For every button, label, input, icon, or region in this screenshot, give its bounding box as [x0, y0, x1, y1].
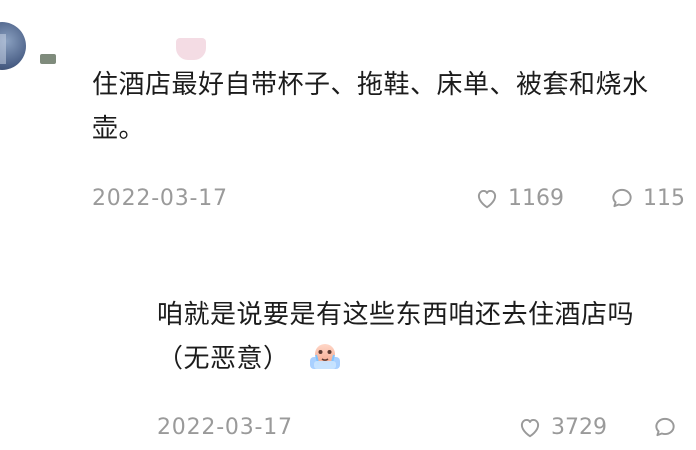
- comment-2-like-button[interactable]: 3729: [517, 414, 607, 440]
- comment-1-meta: 2022-03-17 1169 115: [92, 183, 696, 213]
- comment-2-reply-button[interactable]: [652, 414, 686, 440]
- comment-1-reply-button[interactable]: 115: [609, 185, 685, 211]
- comment-2-like-count: 3729: [551, 414, 607, 440]
- avatar-badge: [40, 54, 56, 64]
- comment-1-like-count: 1169: [508, 185, 564, 211]
- comment-1-date: 2022-03-17: [92, 185, 228, 211]
- heart-icon: [474, 185, 500, 211]
- heart-icon: [517, 414, 543, 440]
- comment-2-meta: 2022-03-17 3729: [157, 412, 696, 442]
- comment-bubble-icon: [652, 414, 678, 440]
- comment-1-reply-count: 115: [643, 185, 685, 211]
- comment-1-like-button[interactable]: 1169: [474, 185, 564, 211]
- comment-2-date: 2022-03-17: [157, 414, 293, 440]
- comment-1-text: 住酒店最好自带杯子、拖鞋、床单、被套和烧水壶。: [92, 70, 649, 144]
- avatar-fragment[interactable]: [0, 22, 26, 70]
- crying-emoji-icon: [308, 341, 342, 371]
- decorative-mark: [176, 38, 206, 60]
- comment-2-text: 咱就是说要是有这些东西咱还去住酒店吗（无恶意）: [157, 293, 677, 381]
- comment-2-text-body: 咱就是说要是有这些东西咱还去住酒店吗（无恶意）: [157, 300, 635, 374]
- comment-bubble-icon: [609, 185, 635, 211]
